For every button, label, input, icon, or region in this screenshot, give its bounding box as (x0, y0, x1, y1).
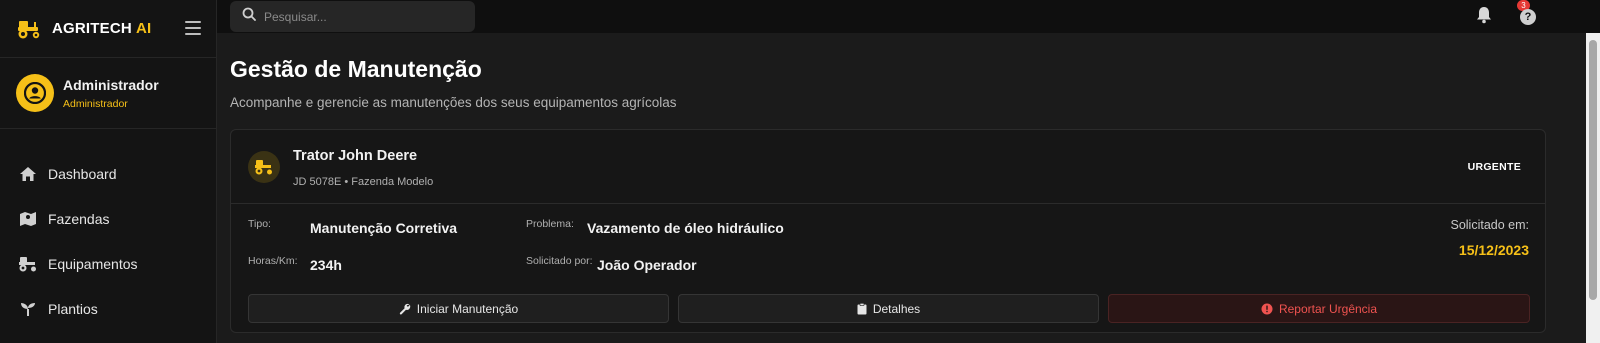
menu-toggle-icon[interactable] (185, 21, 201, 35)
user-role: Administrador (63, 97, 128, 110)
sidebar-item-fazendas[interactable]: Fazendas (0, 196, 216, 241)
sidebar-nav: Dashboard Fazendas Equipamentos Plantios (0, 129, 216, 331)
user-name: Administrador (63, 76, 159, 93)
bell-icon[interactable] (1476, 6, 1494, 26)
report-urgency-button[interactable]: Reportar Urgência (1108, 294, 1530, 323)
page-title: Gestão de Manutenção (230, 56, 482, 82)
scrollbar-thumb[interactable] (1589, 40, 1597, 300)
report-urgency-label: Reportar Urgência (1278, 301, 1378, 316)
brand-header: AGRITECH AI (0, 0, 216, 58)
sidebar-item-label: Fazendas (48, 210, 110, 227)
search-input[interactable] (264, 9, 464, 24)
brand-name: AGRITECH AI (52, 20, 151, 37)
search-box[interactable] (230, 1, 475, 32)
sidebar-item-label: Plantios (48, 300, 98, 317)
maintenance-card: Trator John Deere JD 5078E • Fazenda Mod… (230, 129, 1546, 333)
wrench-icon (399, 303, 411, 315)
main-content: Gestão de Manutenção Acompanhe e gerenci… (217, 33, 1586, 343)
topbar: 3 ? (217, 0, 1600, 343)
priority-badge: URGENTE (1467, 161, 1521, 173)
tractor-icon (16, 18, 44, 40)
equipment-name: Trator John Deere (293, 148, 418, 164)
details-button[interactable]: Detalhes (678, 294, 1099, 323)
user-profile[interactable]: Administrador Administrador (0, 58, 216, 129)
start-maintenance-label: Iniciar Manutenção (416, 301, 519, 316)
sidebar-item-plantios[interactable]: Plantios (0, 286, 216, 331)
clipboard-icon (857, 302, 867, 315)
sidebar-item-equipamentos[interactable]: Equipamentos (0, 241, 216, 286)
tipo-label: Tipo: (248, 218, 271, 230)
alert-circle-icon (1261, 303, 1273, 315)
page-subtitle: Acompanhe e gerencie as manutenções dos … (230, 95, 677, 110)
solicitado-em-label: Solicitado em: (1450, 218, 1529, 232)
user-circle-icon (24, 82, 46, 104)
sidebar-item-dashboard[interactable]: Dashboard (0, 151, 216, 196)
help-icon[interactable]: ? (1520, 9, 1536, 25)
sprout-icon (18, 300, 38, 318)
tipo-value: Manutenção Corretiva (310, 220, 458, 236)
sidebar-item-label: Dashboard (48, 165, 117, 182)
brand-name-text: AGRITECH (52, 20, 132, 37)
tractor-icon (248, 151, 280, 183)
solicitado-por-value: João Operador (597, 257, 697, 273)
start-maintenance-button[interactable]: Iniciar Manutenção (248, 294, 669, 323)
details-label: Detalhes (872, 301, 921, 316)
brand-accent-text: AI (135, 20, 152, 37)
app-root: AGRITECHAI Administrador Administrador (0, 0, 1600, 343)
solicitado-em-value: 15/12/2023 (1458, 242, 1529, 258)
sidebar: AGRITECHAI Administrador Administrador (0, 0, 217, 343)
sidebar-item-label: Equipamentos (48, 255, 138, 272)
home-icon (18, 165, 38, 183)
horas-label: Horas/Km: (248, 255, 298, 267)
card-header: Trator John Deere JD 5078E • Fazenda Mod… (231, 130, 1545, 204)
problema-label: Problema: (526, 218, 574, 230)
tractor-icon (18, 255, 38, 273)
search-icon (242, 7, 256, 26)
problema-value: Vazamento de óleo hidráulico (587, 220, 784, 236)
horas-value: 234h (310, 257, 342, 273)
avatar (16, 74, 54, 112)
solicitado-por-label: Solicitado por: (526, 255, 593, 267)
map-icon (18, 210, 38, 228)
equipment-meta: JD 5078E • Fazenda Modelo (293, 176, 434, 188)
